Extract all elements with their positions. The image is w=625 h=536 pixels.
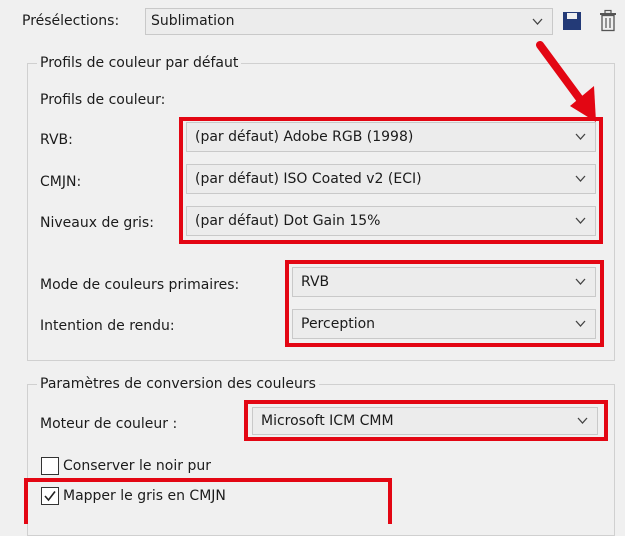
- profiles-subtitle: Profils de couleur:: [40, 92, 166, 108]
- presets-label: Présélections:: [22, 13, 120, 29]
- rendering-intent-label: Intention de rendu:: [40, 318, 175, 334]
- profiles-highlight-box: [179, 117, 603, 244]
- save-icon: [563, 12, 581, 30]
- arrow-annotation: [536, 41, 596, 122]
- presets-value: Sublimation: [151, 13, 235, 29]
- map-gray-highlight-box: [24, 478, 392, 524]
- engine-label: Moteur de couleur :: [40, 416, 178, 432]
- primary-mode-label: Mode de couleurs primaires:: [40, 277, 240, 293]
- keep-black-checkbox[interactable]: [41, 457, 59, 475]
- grayscale-label: Niveaux de gris:: [40, 215, 154, 231]
- keep-black-label[interactable]: Conserver le noir pur: [63, 457, 211, 475]
- delete-preset-button[interactable]: [596, 9, 620, 33]
- delete-icon: [600, 9, 616, 32]
- save-preset-button[interactable]: [560, 9, 584, 33]
- mode-intent-highlight-box: [285, 260, 604, 347]
- chevron-down-icon: [532, 18, 543, 25]
- profiles-group-title: Profils de couleur par défaut: [37, 54, 242, 72]
- cmyk-label: CMJN:: [40, 174, 82, 190]
- presets-select[interactable]: Sublimation: [145, 8, 553, 35]
- conversion-group-title: Paramètres de conversion des couleurs: [37, 375, 319, 393]
- engine-highlight-box: [244, 400, 608, 441]
- rgb-label: RVB:: [40, 132, 73, 148]
